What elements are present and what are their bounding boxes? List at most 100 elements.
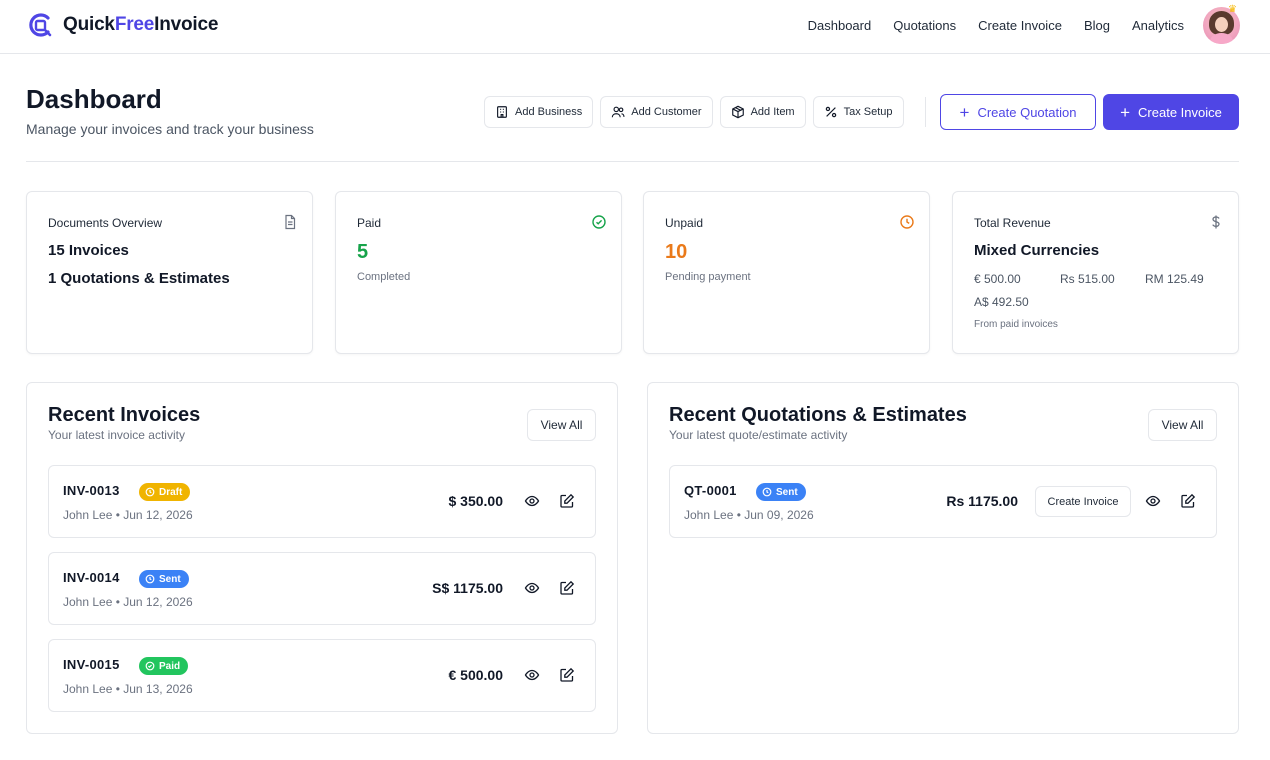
brand-logo[interactable]: QuickFreeInvoice xyxy=(26,11,218,39)
status-badge: Sent xyxy=(139,570,189,588)
status-badge: Paid xyxy=(139,657,189,675)
logo-icon xyxy=(29,13,52,37)
status-label: Paid xyxy=(159,660,181,672)
recent-invoices-panel: Recent Invoices Your latest invoice acti… xyxy=(26,382,618,734)
edit-icon[interactable] xyxy=(559,493,575,509)
check-circle-icon xyxy=(592,215,606,229)
invoice-row[interactable]: INV-0015 Paid John Lee • Jun 13, 2026 € … xyxy=(48,639,596,712)
quotation-amount: Rs 1175.00 xyxy=(946,493,1018,509)
page-subtitle: Manage your invoices and track your busi… xyxy=(26,121,314,137)
invoice-id: INV-0014 xyxy=(63,570,120,585)
revenue-eur: € 500.00 xyxy=(974,272,1021,286)
add-item-label: Add Item xyxy=(750,106,795,118)
stat-label: Total Revenue xyxy=(974,216,1051,230)
invoice-meta: John Lee • Jun 13, 2026 xyxy=(63,682,193,696)
clock-icon xyxy=(145,487,155,497)
paid-count: 5 xyxy=(357,241,369,263)
invoice-count: 15 Invoices xyxy=(48,242,129,259)
status-label: Sent xyxy=(159,573,181,585)
status-label: Draft xyxy=(159,486,183,498)
edit-icon[interactable] xyxy=(559,667,575,683)
nav-link-analytics[interactable]: Analytics xyxy=(1132,18,1184,33)
quotation-count: 1 Quotations & Estimates xyxy=(48,270,230,287)
edit-icon[interactable] xyxy=(1180,493,1196,509)
invoice-amount: $ 350.00 xyxy=(448,493,504,509)
quotation-meta: John Lee • Jun 09, 2026 xyxy=(684,508,814,522)
clock-icon xyxy=(900,215,914,229)
create-invoice-from-quote-button[interactable]: Create Invoice xyxy=(1035,486,1131,517)
nav-link-create-invoice[interactable]: Create Invoice xyxy=(978,18,1062,33)
clock-icon xyxy=(145,574,155,584)
brand-name: QuickFreeInvoice xyxy=(63,14,219,35)
percent-icon xyxy=(825,106,836,118)
panel-title: Recent Quotations & Estimates xyxy=(669,404,967,426)
unpaid-note: Pending payment xyxy=(665,271,751,283)
nav-links: Dashboard Quotations Create Invoice Blog… xyxy=(786,18,1184,33)
view-all-invoices-button[interactable]: View All xyxy=(527,409,596,441)
invoice-meta: John Lee • Jun 12, 2026 xyxy=(63,508,193,522)
revenue-aud: A$ 492.50 xyxy=(974,295,1029,309)
create-invoice-button[interactable]: + Create Invoice xyxy=(1103,94,1239,130)
eye-icon[interactable] xyxy=(524,667,540,683)
header-divider xyxy=(26,161,1239,162)
stat-label: Paid xyxy=(357,216,382,230)
unpaid-count: 10 xyxy=(665,241,688,263)
add-business-button[interactable]: Add Business xyxy=(484,96,594,128)
crown-icon: ♛ xyxy=(1228,4,1237,15)
status-badge: Draft xyxy=(139,483,191,501)
revenue-value: Mixed Currencies xyxy=(974,242,1100,259)
plus-icon: + xyxy=(1120,102,1131,122)
eye-icon[interactable] xyxy=(1145,493,1161,509)
total-revenue-card: Total Revenue Mixed Currencies € 500.00 … xyxy=(952,191,1239,354)
invoice-row[interactable]: INV-0014 Sent John Lee • Jun 12, 2026 S$… xyxy=(48,552,596,625)
tax-setup-button[interactable]: Tax Setup xyxy=(812,96,904,128)
eye-icon[interactable] xyxy=(524,493,540,509)
avatar-face xyxy=(1215,17,1228,32)
eye-icon[interactable] xyxy=(524,580,540,596)
view-all-quotations-button[interactable]: View All xyxy=(1148,409,1217,441)
dollar-icon xyxy=(1212,215,1220,229)
panel-subtitle: Your latest quote/estimate activity xyxy=(669,428,848,442)
add-customer-button[interactable]: Add Customer xyxy=(600,96,713,128)
nav-link-dashboard[interactable]: Dashboard xyxy=(808,18,872,33)
stat-label: Unpaid xyxy=(665,216,704,230)
actions-divider xyxy=(925,97,926,127)
stat-label: Documents Overview xyxy=(48,216,163,230)
invoice-id: INV-0013 xyxy=(63,483,120,498)
create-quotation-button[interactable]: + Create Quotation xyxy=(940,94,1096,130)
avatar-body xyxy=(1210,33,1233,44)
building-icon xyxy=(497,106,507,118)
panel-title: Recent Invoices xyxy=(48,404,201,426)
documents-overview-card: Documents Overview 15 Invoices 1 Quotati… xyxy=(26,191,313,354)
plus-icon: + xyxy=(959,102,970,122)
nav-link-blog[interactable]: Blog xyxy=(1084,18,1110,33)
quick-actions: Add Business Add Customer Add Item Tax S… xyxy=(484,96,911,128)
document-icon xyxy=(285,214,296,230)
edit-icon[interactable] xyxy=(559,580,575,596)
status-label: Sent xyxy=(776,486,798,498)
paid-note: Completed xyxy=(357,271,411,283)
check-circle-icon xyxy=(145,661,155,671)
tax-setup-label: Tax Setup xyxy=(843,106,893,118)
recent-quotations-panel: Recent Quotations & Estimates Your lates… xyxy=(647,382,1239,734)
page-title: Dashboard xyxy=(26,84,162,114)
create-invoice-label: Create Invoice xyxy=(1138,104,1222,120)
box-icon xyxy=(731,105,744,119)
invoice-amount: S$ 1175.00 xyxy=(432,580,503,596)
nav-link-quotations[interactable]: Quotations xyxy=(893,18,956,33)
clock-icon xyxy=(762,487,772,497)
invoice-id: INV-0015 xyxy=(63,657,120,672)
invoice-row[interactable]: INV-0013 Draft John Lee • Jun 12, 2026 $… xyxy=(48,465,596,538)
invoice-meta: John Lee • Jun 12, 2026 xyxy=(63,595,193,609)
invoice-amount: € 500.00 xyxy=(448,667,504,683)
quotation-id: QT-0001 xyxy=(684,483,737,498)
paid-card: Paid 5 Completed xyxy=(335,191,622,354)
add-business-label: Add Business xyxy=(515,106,583,118)
top-navbar: QuickFreeInvoice Dashboard Quotations Cr… xyxy=(0,0,1270,54)
revenue-note: From paid invoices xyxy=(974,319,1058,330)
panel-subtitle: Your latest invoice activity xyxy=(48,428,185,442)
quotation-row[interactable]: QT-0001 Sent John Lee • Jun 09, 2026 Rs … xyxy=(669,465,1217,538)
users-icon xyxy=(612,106,625,118)
add-customer-label: Add Customer xyxy=(631,106,702,118)
add-item-button[interactable]: Add Item xyxy=(719,96,806,128)
